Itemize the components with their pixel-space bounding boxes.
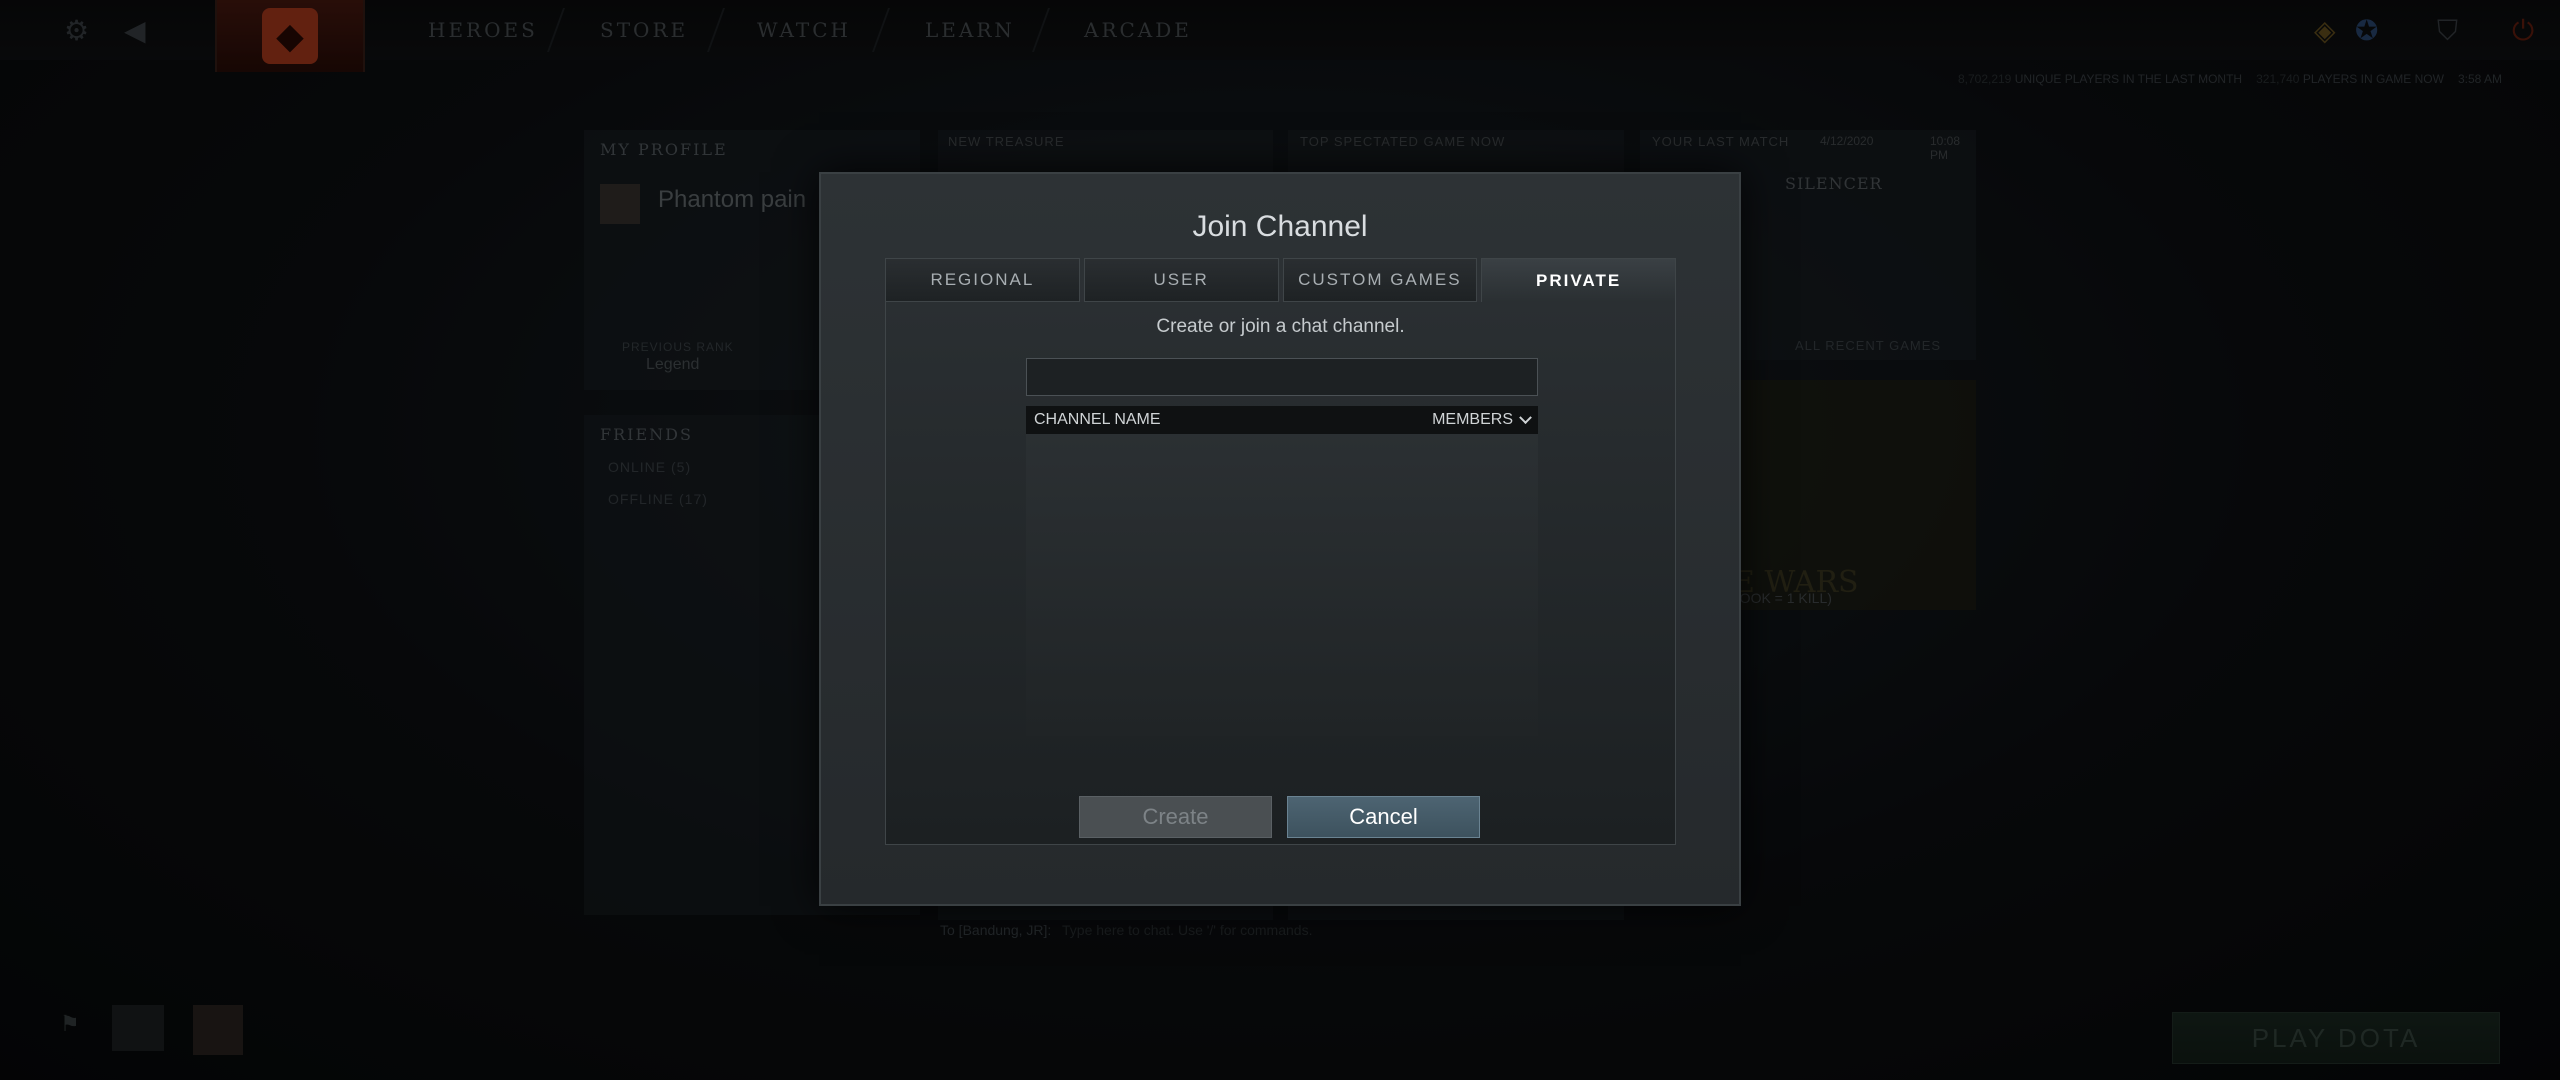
dialog-title: Join Channel bbox=[1192, 210, 1368, 243]
tab-user[interactable]: USER bbox=[1083, 258, 1279, 302]
join-channel-dialog: Join Channel REGIONAL USER CUSTOM GAMES … bbox=[819, 172, 1741, 906]
cancel-button[interactable]: Cancel bbox=[1287, 796, 1480, 838]
column-members-label: MEMBERS bbox=[1432, 411, 1513, 428]
channel-list-header: CHANNEL NAME MEMBERS bbox=[1026, 406, 1538, 434]
tab-custom-games[interactable]: CUSTOM GAMES bbox=[1282, 258, 1478, 302]
channel-tabs: REGIONAL USER CUSTOM GAMES PRIVATE bbox=[885, 258, 1676, 302]
channel-list[interactable]: CHANNEL NAME MEMBERS bbox=[1026, 406, 1538, 736]
private-tab-content: Create or join a chat channel. CHANNEL N… bbox=[885, 302, 1676, 845]
instructions-text: Create or join a chat channel. bbox=[1156, 316, 1405, 337]
chevron-down-icon bbox=[1519, 410, 1532, 424]
tab-regional[interactable]: REGIONAL bbox=[885, 258, 1080, 302]
column-channel-name[interactable]: CHANNEL NAME bbox=[1034, 411, 1161, 429]
create-button[interactable]: Create bbox=[1079, 796, 1272, 838]
channel-name-input[interactable] bbox=[1026, 358, 1538, 396]
column-members[interactable]: MEMBERS bbox=[1432, 410, 1532, 429]
tab-private[interactable]: PRIVATE bbox=[1481, 258, 1676, 302]
